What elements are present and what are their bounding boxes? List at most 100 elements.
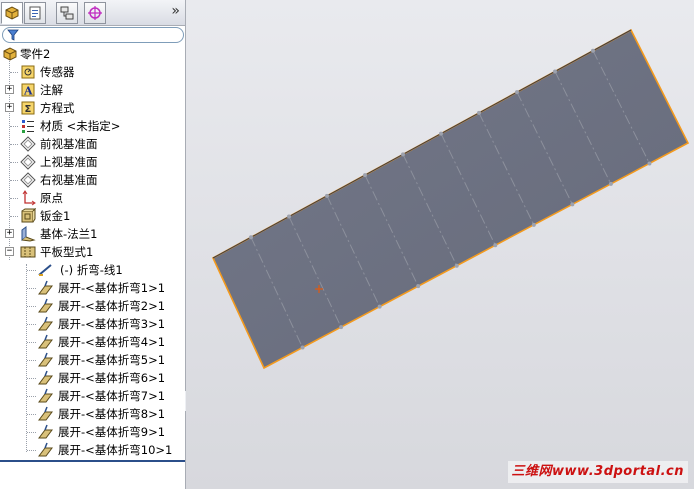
bend-line-endpoint	[608, 181, 613, 186]
unfold-bend-icon	[38, 352, 53, 367]
tree-item-unfold-bend[interactable]: 展开-<基体折弯5>1	[0, 351, 185, 369]
unfold-bend-icon	[38, 316, 53, 331]
flat-sheet-face[interactable]	[211, 28, 690, 370]
bend-line-endpoint	[553, 69, 557, 74]
tree-item-label: 原点	[40, 191, 63, 205]
bend-line-endpoint	[477, 110, 481, 115]
tree-item-label: 展开-<基体折弯2>1	[58, 299, 166, 313]
feature-tree-icon	[5, 6, 19, 20]
tab-property-manager[interactable]	[24, 2, 46, 24]
bend-line-endpoint	[377, 304, 382, 309]
tree-item-front-plane[interactable]: 前视基准面	[0, 135, 185, 153]
plane-icon	[20, 136, 36, 152]
tree-root[interactable]: 零件2	[0, 45, 185, 63]
expand-plus-icon[interactable]: +	[5, 229, 14, 238]
tree-item-unfold-bend[interactable]: 展开-<基体折弯6>1	[0, 369, 185, 387]
base-flange-icon	[21, 226, 36, 242]
bend-line-endpoint	[325, 193, 329, 198]
tree-item-unfold-bend[interactable]: 展开-<基体折弯9>1	[0, 423, 185, 441]
filter-funnel-icon	[7, 29, 19, 41]
annotation-icon: A	[21, 83, 35, 98]
configuration-manager-icon	[60, 6, 74, 20]
tree-item-label: 展开-<基体折弯1>1	[58, 281, 166, 295]
tree-item-label: (-) 折弯-线1	[60, 263, 123, 277]
tree-item-unfold-bend[interactable]: 展开-<基体折弯2>1	[0, 297, 185, 315]
tree-item-unfold-bend[interactable]: 展开-<基体折弯10>1	[0, 441, 185, 459]
tree-item-sensors[interactable]: 传感器	[0, 63, 185, 81]
tree-filter-input[interactable]	[21, 28, 171, 42]
unfold-bend-icon	[38, 406, 53, 421]
unfold-bend-icon	[38, 424, 53, 439]
tree-item-label: 材质 <未指定>	[40, 119, 121, 133]
tree-item-unfold-bend[interactable]: 展开-<基体折弯3>1	[0, 315, 185, 333]
bend-line-endpoint	[363, 173, 367, 178]
bend-line-icon	[38, 264, 52, 276]
tree-item-label: 展开-<基体折弯7>1	[58, 389, 166, 403]
tab-dimxpert-manager[interactable]	[84, 2, 106, 24]
bend-line-endpoint	[249, 235, 253, 240]
tree-item-unfold-bend[interactable]: 展开-<基体折弯7>1	[0, 387, 185, 405]
manager-tab-bar: »	[0, 0, 185, 26]
tree-item-label: 钣金1	[40, 209, 71, 223]
tree-item-unfold-bend[interactable]: 展开-<基体折弯1>1	[0, 279, 185, 297]
origin-icon	[22, 190, 36, 206]
tab-feature-manager[interactable]	[1, 2, 23, 24]
bend-line-endpoint	[647, 161, 652, 166]
tab-configuration-manager[interactable]	[56, 2, 78, 24]
bend-line-endpoint	[493, 243, 498, 248]
tree-item-label: 前视基准面	[40, 137, 98, 151]
tree-item-label: 平板型式1	[40, 245, 94, 259]
tree-item-label: 基体-法兰1	[40, 227, 98, 241]
tree-item-unfold-bend[interactable]: 展开-<基体折弯4>1	[0, 333, 185, 351]
tree-item-annotations[interactable]: + A 注解	[0, 81, 185, 99]
bend-line-endpoint	[531, 222, 536, 227]
tree-item-label: 上视基准面	[40, 155, 98, 169]
bend-line-endpoint	[339, 325, 344, 330]
flat-pattern-model-view[interactable]	[186, 0, 694, 489]
tree-item-label: 展开-<基体折弯3>1	[58, 317, 166, 331]
tree-item-origin[interactable]: 原点	[0, 189, 185, 207]
tree-item-top-plane[interactable]: 上视基准面	[0, 153, 185, 171]
feature-manager-pane: » 零件2 传感器 + A 注解 + Σ 方程式 材质 <未指定> 前视基准面 …	[0, 0, 186, 489]
bend-line-endpoint	[401, 152, 405, 157]
tree-root-label: 零件2	[20, 47, 51, 61]
tree-item-sheet-metal[interactable]: 钣金1	[0, 207, 185, 225]
equation-icon: Σ	[21, 101, 35, 115]
tree-item-bend-lines[interactable]: (-) 折弯-线1	[0, 261, 185, 279]
tree-item-label: 展开-<基体折弯9>1	[58, 425, 166, 439]
tree-item-material[interactable]: 材质 <未指定>	[0, 117, 185, 135]
tree-item-label: 展开-<基体折弯8>1	[58, 407, 166, 421]
bend-line-endpoint	[416, 284, 421, 289]
svg-text:A: A	[23, 85, 33, 98]
pane-divider	[0, 460, 185, 462]
tree-item-label: 右视基准面	[40, 173, 98, 187]
unfold-bend-icon	[38, 442, 53, 457]
collapse-minus-icon[interactable]: −	[5, 247, 14, 256]
property-manager-icon	[29, 6, 41, 20]
part-icon	[3, 47, 17, 61]
graphics-area[interactable]: 三维网www.3dportal.cn	[186, 0, 694, 489]
watermark: 三维网www.3dportal.cn	[507, 461, 688, 483]
more-tabs-chevron-icon[interactable]: »	[171, 3, 180, 19]
bend-line-endpoint	[570, 202, 575, 207]
tree-item-label: 展开-<基体折弯10>1	[58, 443, 173, 457]
sheet-metal-icon	[21, 208, 36, 223]
bend-line-endpoint	[287, 214, 291, 219]
plane-icon	[20, 154, 36, 170]
expand-plus-icon[interactable]: +	[5, 85, 14, 94]
tree-item-label: 展开-<基体折弯5>1	[58, 353, 166, 367]
tree-item-right-plane[interactable]: 右视基准面	[0, 171, 185, 189]
expand-plus-icon[interactable]: +	[5, 103, 14, 112]
tree-filter[interactable]	[2, 27, 184, 43]
sensor-icon	[21, 65, 35, 79]
unfold-bend-icon	[38, 370, 53, 385]
tree-item-unfold-bend[interactable]: 展开-<基体折弯8>1	[0, 405, 185, 423]
bend-line-endpoint	[515, 90, 519, 95]
dimxpert-crosshair-icon	[88, 6, 102, 20]
tree-item-label: 方程式	[40, 101, 75, 115]
bend-line-endpoint	[591, 48, 595, 53]
tree-item-flat-pattern[interactable]: − 平板型式1	[0, 243, 185, 261]
svg-text:Σ: Σ	[25, 104, 32, 115]
tree-item-equations[interactable]: + Σ 方程式	[0, 99, 185, 117]
tree-item-base-flange[interactable]: + 基体-法兰1	[0, 225, 185, 243]
